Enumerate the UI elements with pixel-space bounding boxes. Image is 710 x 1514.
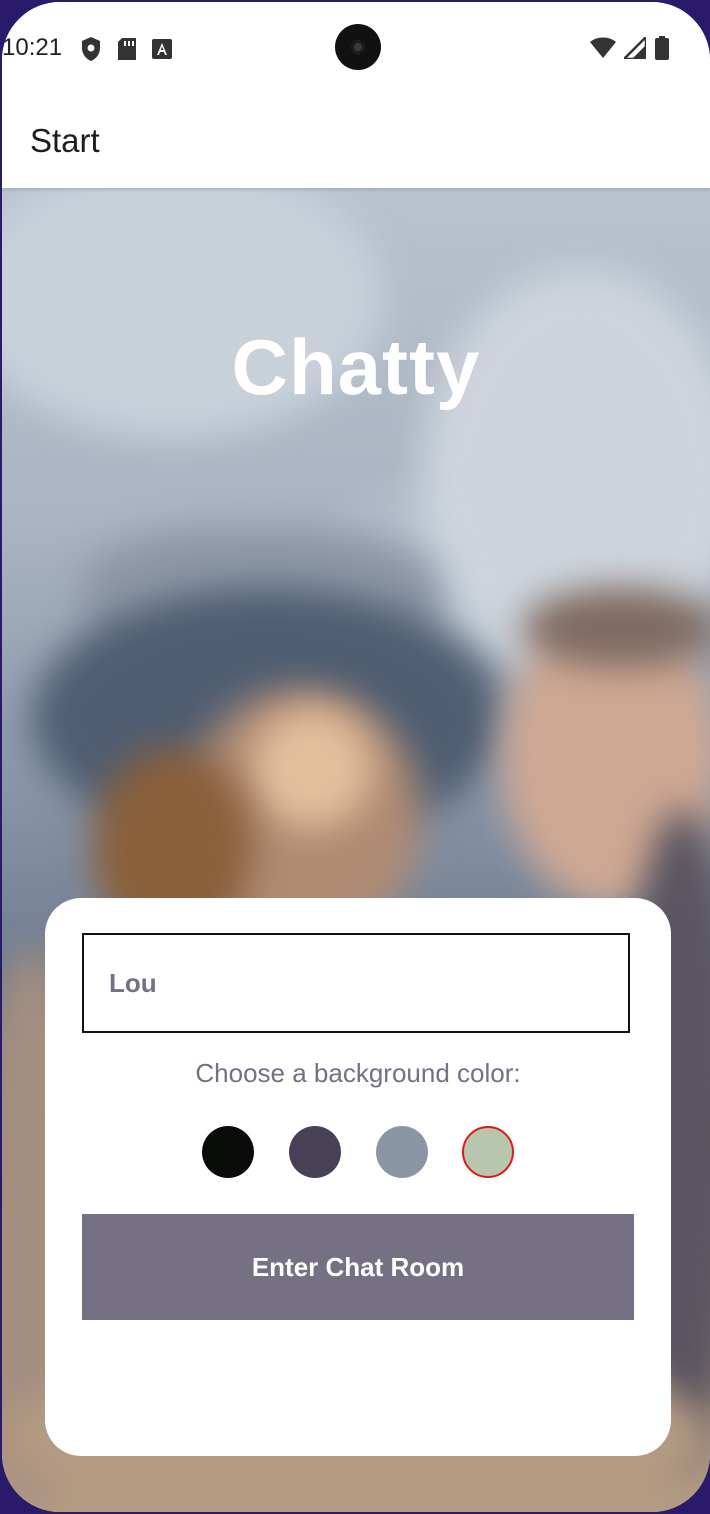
color-choice-label: Choose a background color: bbox=[195, 1058, 521, 1088]
shield-icon bbox=[80, 36, 102, 67]
color-swatches bbox=[45, 1126, 671, 1182]
enter-chat-room-button[interactable]: Enter Chat Room bbox=[82, 1214, 634, 1320]
color-swatch-green[interactable] bbox=[462, 1126, 514, 1178]
color-swatch-black[interactable] bbox=[202, 1126, 254, 1178]
wifi-icon bbox=[590, 37, 616, 64]
name-input[interactable]: Lou bbox=[82, 933, 630, 1033]
phone-screen: 10:21 Start Chatty Lou Choose a backgrou… bbox=[2, 2, 710, 1512]
app-bar: Start bbox=[2, 96, 710, 188]
color-swatch-blue-grey[interactable] bbox=[376, 1126, 428, 1178]
battery-icon bbox=[654, 36, 670, 65]
enter-chat-room-label: Enter Chat Room bbox=[251, 1251, 465, 1282]
sd-card-icon bbox=[116, 37, 138, 66]
status-time: 10:21 bbox=[2, 34, 63, 61]
color-swatch-purple[interactable] bbox=[289, 1126, 341, 1178]
app-title: Chatty bbox=[231, 323, 481, 411]
start-card: Lou Choose a background color: Enter Cha… bbox=[45, 898, 671, 1456]
font-icon bbox=[152, 39, 172, 64]
app-bar-title: Start bbox=[30, 122, 100, 159]
signal-icon bbox=[620, 33, 648, 64]
name-input-value: Lou bbox=[109, 967, 157, 998]
front-camera bbox=[335, 24, 381, 70]
status-bar: 10:21 bbox=[2, 2, 710, 96]
